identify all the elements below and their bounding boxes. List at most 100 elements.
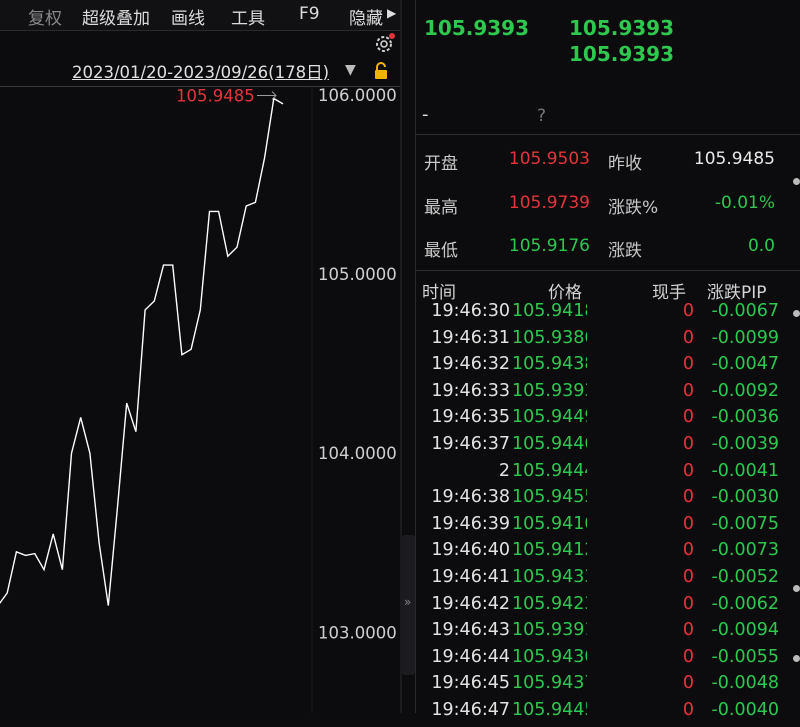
last-price: 105.9393 — [424, 16, 530, 40]
tick-volume: 0 — [682, 301, 694, 321]
tick-price: 105.9412 — [512, 540, 587, 561]
date-range-selector[interactable]: 2023/01/20-2023/09/26(178日) — [72, 59, 329, 83]
tick-price: 105.9386 — [512, 327, 587, 348]
tick-change: -0.0039 — [711, 434, 779, 454]
toolbar-f9[interactable]: F9 — [299, 4, 320, 24]
tick-time: 19:46:45 — [431, 673, 510, 694]
lock-icon[interactable] — [372, 62, 390, 80]
col-price-header[interactable]: 价格 — [548, 278, 582, 303]
tick-row[interactable]: 19:46:38105.9455 0 -0.0030 — [416, 487, 800, 514]
col-volume-header[interactable]: 现手 — [652, 278, 686, 303]
tick-price: 105.9430 — [512, 646, 587, 667]
expand-arrow-icon[interactable]: » — [404, 595, 411, 609]
open-label: 开盘 — [424, 154, 458, 174]
scroll-indicator[interactable] — [793, 178, 800, 185]
tick-price: 105.9393 — [512, 380, 587, 401]
change-value: 0.0 — [747, 236, 775, 256]
tick-change: -0.0099 — [711, 327, 779, 348]
tick-time: 19:46:35 — [431, 407, 510, 428]
tick-volume: 0 — [682, 327, 694, 348]
tick-row[interactable]: 19:46:35105.9449 0 -0.0036 — [416, 407, 800, 434]
tick-time: 19:46:37 — [431, 434, 510, 454]
tick-row[interactable]: 19:46:39105.9410 0 -0.0075 — [416, 514, 800, 541]
tick-change: -0.0041 — [711, 460, 779, 481]
header-divider — [416, 134, 800, 135]
tick-change: -0.0055 — [711, 646, 779, 667]
tick-price: 105.9423 — [512, 593, 587, 614]
change-pct-value: -0.01% — [714, 193, 775, 213]
tick-volume: 0 — [682, 646, 694, 667]
change-dash: - — [422, 104, 429, 125]
tick-volume: 0 — [682, 380, 694, 401]
tick-volume: 0 — [682, 700, 694, 720]
toolbar-draw-line[interactable]: 画线 — [171, 4, 205, 29]
help-icon[interactable]: ? — [537, 106, 546, 126]
tick-time: 19:46:40 — [431, 540, 510, 561]
price-line-chart[interactable]: 106.0000 105.0000 104.0000 103.0000 105.9485 — [0, 86, 400, 713]
tick-volume: 0 — [682, 407, 694, 428]
tick-row[interactable]: 19:46:40105.9412 0 -0.0073 — [416, 540, 800, 567]
col-time-header[interactable]: 时间 — [422, 278, 456, 303]
tick-time: 19:46:43 — [431, 620, 510, 641]
tick-volume: 0 — [682, 567, 694, 587]
tick-volume: 0 — [682, 354, 694, 375]
scroll-indicator[interactable] — [793, 310, 800, 317]
price-series-line[interactable] — [0, 97, 284, 606]
tick-time: 19:46:33 — [431, 380, 510, 401]
scroll-indicator[interactable] — [793, 655, 800, 662]
y-axis-tick-label: 105.0000 — [318, 265, 397, 284]
toolbar-tools[interactable]: 工具 — [231, 4, 265, 29]
toolbar-scroll-right-icon[interactable]: ▶ — [387, 6, 396, 20]
last-price-marker-label: 105.9485 — [176, 87, 255, 106]
high-label: 最高 — [424, 198, 458, 218]
scroll-indicator[interactable] — [793, 585, 800, 592]
col-change-header[interactable]: 涨跌PIP — [707, 278, 767, 303]
toolbar-super-overlay[interactable]: 超级叠加 — [82, 4, 150, 29]
gear-icon[interactable] — [373, 32, 395, 54]
last-price-arrow-icon — [257, 91, 277, 100]
ask-price: 105.9393 — [569, 42, 675, 66]
tick-row[interactable]: 19:46:32105.9438 0 -0.0047 — [416, 354, 800, 381]
tick-volume: 0 — [682, 487, 694, 508]
tick-row[interactable]: 19:46:30105.9418 0 -0.0067 — [416, 301, 800, 328]
change-pct-label: 涨跌% — [608, 198, 659, 218]
tick-row[interactable]: 19:46:37105.9446 0 -0.0039 — [416, 434, 800, 461]
tick-price: 105.9445 — [512, 700, 587, 720]
tick-row[interactable]: 2105.9444 0 -0.0041 — [416, 461, 800, 488]
tick-row[interactable]: 19:46:31105.9386 0 -0.0099 — [416, 328, 800, 355]
tick-change: -0.0036 — [711, 407, 779, 428]
tick-time: 19:46:47 — [431, 700, 510, 720]
tick-volume: 0 — [682, 620, 694, 641]
tick-price: 105.9391 — [512, 620, 587, 641]
tick-row[interactable]: 19:46:41105.9433 0 -0.0052 — [416, 567, 800, 594]
y-axis-tick-label: 104.0000 — [318, 444, 397, 463]
y-axis-tick-label: 106.0000 — [318, 86, 397, 105]
dropdown-triangle-icon[interactable]: ▼ — [345, 62, 356, 78]
tick-change: -0.0062 — [711, 593, 779, 614]
tick-time: 2 — [498, 460, 510, 481]
tick-row[interactable]: 19:46:33105.9393 0 -0.0092 — [416, 381, 800, 408]
toolbar-restore-rights[interactable]: 复权 — [28, 4, 62, 29]
tick-change: -0.0030 — [711, 487, 779, 508]
tick-row[interactable]: 19:46:45105.9437 0 -0.0048 — [416, 673, 800, 700]
tick-volume: 0 — [682, 593, 694, 614]
tick-volume: 0 — [682, 460, 694, 481]
tick-price: 105.9433 — [512, 567, 587, 587]
tick-row[interactable]: 19:46:43105.9391 0 -0.0094 — [416, 620, 800, 647]
tick-time: 19:46:41 — [431, 567, 510, 587]
toolbar-hide[interactable]: 隐藏 — [349, 4, 383, 29]
tick-price: 105.9449 — [512, 407, 587, 428]
high-value: 105.9739 — [508, 193, 590, 213]
tick-change: -0.0067 — [711, 301, 779, 321]
y-axis-tick-label: 103.0000 — [318, 623, 397, 642]
tick-row[interactable]: 19:46:44105.9430 0 -0.0055 — [416, 647, 800, 674]
tick-volume: 0 — [682, 540, 694, 561]
change-label: 涨跌 — [608, 241, 642, 261]
tick-row[interactable]: 19:46:42105.9423 0 -0.0062 — [416, 594, 800, 621]
tick-change: -0.0047 — [711, 354, 779, 375]
tick-change: -0.0092 — [711, 380, 779, 401]
tick-time: 19:46:30 — [431, 301, 510, 321]
tick-change: -0.0075 — [711, 513, 779, 534]
tick-time: 19:46:42 — [431, 593, 510, 614]
tick-row[interactable]: 19:46:47105.9445 0 -0.0040 — [416, 700, 800, 727]
